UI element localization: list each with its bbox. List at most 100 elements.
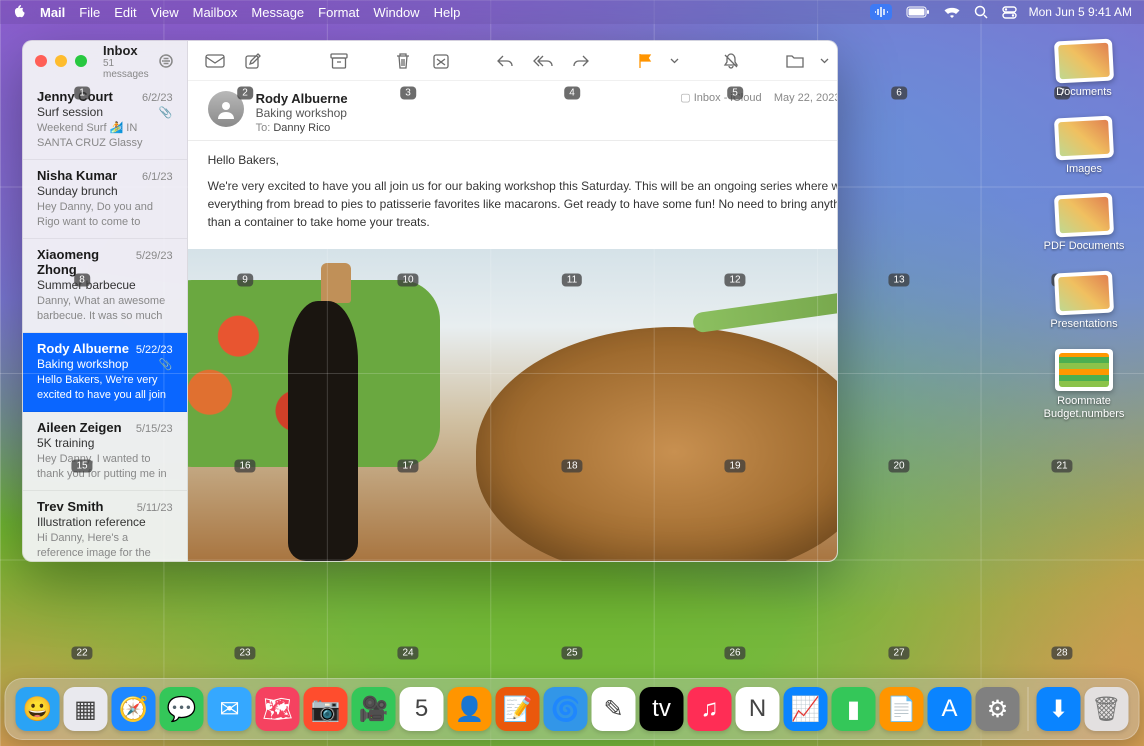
- dock-app[interactable]: 👤: [448, 687, 492, 731]
- dock-downloads[interactable]: ⬇︎: [1037, 687, 1081, 731]
- archive-icon[interactable]: [324, 48, 354, 74]
- list-date: 5/29/23: [136, 250, 173, 262]
- dock-app[interactable]: 💬: [160, 687, 204, 731]
- dock-app[interactable]: ✉︎: [208, 687, 252, 731]
- dock-app[interactable]: 📄: [880, 687, 924, 731]
- menu-window[interactable]: Window: [373, 5, 419, 20]
- sender-avatar[interactable]: [208, 91, 244, 127]
- dock-app[interactable]: ▮: [832, 687, 876, 731]
- control-center-icon[interactable]: [1002, 6, 1017, 19]
- message-item[interactable]: Nisha Kumar6/1/23 Sunday brunch Hey Dann…: [23, 160, 187, 239]
- menu-format[interactable]: Format: [318, 5, 359, 20]
- mute-icon[interactable]: [716, 48, 746, 74]
- message-recipient[interactable]: Danny Rico: [273, 122, 330, 134]
- desktop-item[interactable]: Presentations: [1040, 272, 1128, 331]
- dock-app[interactable]: A: [928, 687, 972, 731]
- traffic-lights: [35, 55, 87, 67]
- message-to-line: To: Danny Rico: [256, 122, 669, 134]
- list-preview: Danny, What an awesome barbecue. It was …: [37, 294, 173, 322]
- close-button[interactable]: [35, 55, 47, 67]
- dock-app[interactable]: 🌀: [544, 687, 588, 731]
- desktop-item[interactable]: Roommate Budget.numbers: [1040, 349, 1128, 421]
- move-icon[interactable]: [780, 48, 810, 74]
- details-link[interactable]: Details: [680, 110, 838, 122]
- menu-file[interactable]: File: [79, 5, 100, 20]
- list-date: 5/22/23: [136, 344, 173, 356]
- message-item[interactable]: Xiaomeng Zhong5/29/23 Summer barbecue Da…: [23, 239, 187, 333]
- delete-icon[interactable]: [388, 48, 418, 74]
- dock-app[interactable]: 😀: [16, 687, 60, 731]
- folder-icon: [1054, 116, 1114, 161]
- desktop-item[interactable]: Images: [1040, 117, 1128, 176]
- message-item[interactable]: Aileen Zeigen5/15/23 5K training Hey Dan…: [23, 412, 187, 491]
- mailbox-title: Inbox 51 messages: [103, 43, 149, 80]
- compose-icon[interactable]: [238, 48, 268, 74]
- dock: 😀▦🧭💬✉︎🗺📷🎥5👤📝🌀✎tv♫N📈▮📄A⚙︎ ⬇︎🗑: [5, 678, 1140, 740]
- reply-icon[interactable]: [490, 48, 520, 74]
- message-date: May 22, 2023, 4:45 PM: [774, 92, 838, 104]
- message-item[interactable]: Trev Smith5/11/23 Illustration reference…: [23, 491, 187, 561]
- message-item[interactable]: Rody Albuerne5/22/23 Baking workshop📎 He…: [23, 333, 187, 412]
- move-chevron-icon[interactable]: [818, 48, 832, 74]
- dock-app[interactable]: ⚙︎: [976, 687, 1020, 731]
- dock-app[interactable]: 5: [400, 687, 444, 731]
- list-date: 5/11/23: [137, 502, 173, 514]
- dock-separator: [1028, 687, 1029, 731]
- flag-chevron-icon[interactable]: [668, 48, 682, 74]
- desktop-item[interactable]: Documents: [1040, 40, 1128, 99]
- wifi-icon[interactable]: [944, 6, 960, 18]
- desktop-icons: Documents Images PDF Documents Presentation…: [1040, 40, 1128, 421]
- zoom-button[interactable]: [75, 55, 87, 67]
- message-from: Rody Albuerne: [256, 91, 669, 106]
- filter-icon[interactable]: [157, 54, 175, 68]
- junk-icon[interactable]: [426, 48, 456, 74]
- list-sender: Aileen Zeigen: [37, 420, 122, 435]
- dock-app[interactable]: 📷: [304, 687, 348, 731]
- menubar-clock[interactable]: Mon Jun 5 9:41 AM: [1029, 5, 1132, 19]
- dock-app[interactable]: tv: [640, 687, 684, 731]
- message-attachment-image[interactable]: [188, 249, 838, 561]
- window-titlebar: Inbox 51 messages: [23, 41, 187, 81]
- menu-mailbox[interactable]: Mailbox: [193, 5, 238, 20]
- get-mail-icon[interactable]: [200, 48, 230, 74]
- apple-menu[interactable]: [12, 5, 26, 19]
- list-subject: Illustration reference: [37, 515, 146, 529]
- reply-all-icon[interactable]: [528, 48, 558, 74]
- list-sender: Nisha Kumar: [37, 168, 117, 183]
- flag-icon[interactable]: [630, 48, 660, 74]
- battery-icon[interactable]: [906, 6, 930, 18]
- search-icon[interactable]: [974, 5, 988, 19]
- dock-app[interactable]: 🎥: [352, 687, 396, 731]
- menu-view[interactable]: View: [151, 5, 179, 20]
- dock-trash[interactable]: 🗑: [1085, 687, 1129, 731]
- message-greeting: Hello Bakers,: [208, 151, 838, 169]
- minimize-button[interactable]: [55, 55, 67, 67]
- dock-app[interactable]: ✎: [592, 687, 636, 731]
- dock-app[interactable]: N: [736, 687, 780, 731]
- message-item[interactable]: Jenny Court6/2/23 Surf session📎 Weekend …: [23, 81, 187, 160]
- list-subject: 5K training: [37, 436, 94, 450]
- message-count: 51 messages: [103, 58, 149, 80]
- list-date: 6/2/23: [142, 92, 173, 104]
- folder-icon: [1055, 349, 1113, 391]
- dock-app[interactable]: 🧭: [112, 687, 156, 731]
- folder-icon: [1054, 193, 1114, 238]
- dock-app[interactable]: ♫: [688, 687, 732, 731]
- app-name[interactable]: Mail: [40, 5, 65, 20]
- message-list: Jenny Court6/2/23 Surf session📎 Weekend …: [23, 81, 187, 561]
- dock-app[interactable]: 📝: [496, 687, 540, 731]
- menu-help[interactable]: Help: [434, 5, 461, 20]
- list-preview: Weekend Surf 🏄 IN SANTA CRUZ Glassy wave…: [37, 121, 173, 149]
- attachment-icon: 📎: [159, 358, 173, 371]
- dock-app[interactable]: ▦: [64, 687, 108, 731]
- forward-icon[interactable]: [566, 48, 596, 74]
- dock-app[interactable]: 🗺: [256, 687, 300, 731]
- desktop-item[interactable]: PDF Documents: [1040, 194, 1128, 253]
- dock-app[interactable]: 📈: [784, 687, 828, 731]
- message-list-pane: Inbox 51 messages Jenny Court6/2/23 Surf…: [23, 41, 188, 561]
- list-subject: Baking workshop: [37, 357, 128, 371]
- menu-edit[interactable]: Edit: [114, 5, 136, 20]
- siri-icon[interactable]: [870, 4, 892, 20]
- list-sender: Xiaomeng Zhong: [37, 247, 136, 277]
- menu-message[interactable]: Message: [251, 5, 304, 20]
